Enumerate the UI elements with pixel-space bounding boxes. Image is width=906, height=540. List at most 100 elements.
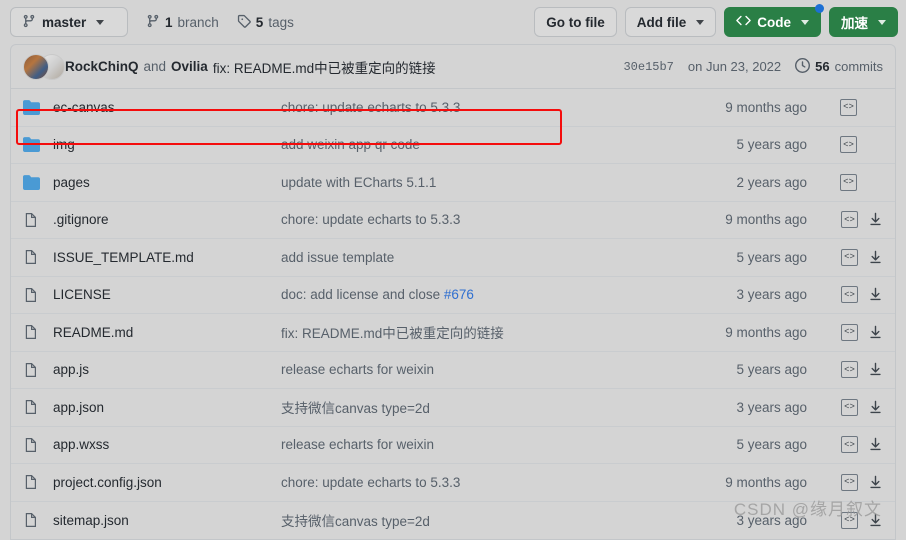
- file-name-link[interactable]: LICENSE: [53, 287, 281, 302]
- row-actions: <>: [807, 136, 883, 154]
- branch-count-link[interactable]: 1 branch: [146, 14, 219, 31]
- folder-icon: [23, 99, 53, 116]
- file-name-link[interactable]: project.config.json: [53, 475, 281, 490]
- chevron-down-icon: [878, 19, 886, 25]
- commit-message-cell[interactable]: add weixin app qr code: [281, 137, 699, 152]
- add-file-button[interactable]: Add file: [624, 7, 717, 37]
- row-actions: <>: [807, 248, 883, 266]
- view-code-icon[interactable]: <>: [841, 361, 858, 379]
- table-row[interactable]: app.json 支持微信canvas type=2d 3 years ago <>: [11, 389, 895, 427]
- table-row[interactable]: ec-canvas chore: update echarts to 5.3.3 9…: [11, 89, 895, 127]
- commit-coauthor-link[interactable]: Ovilia: [171, 59, 208, 74]
- file-name-link[interactable]: pages: [53, 175, 281, 190]
- download-icon[interactable]: [868, 400, 883, 415]
- relative-time: 3 years ago: [736, 399, 807, 415]
- row-actions: <>: [807, 323, 883, 341]
- view-code-icon[interactable]: <>: [841, 473, 858, 491]
- download-icon[interactable]: [868, 475, 883, 490]
- commit-message-cell[interactable]: release echarts for weixin: [281, 437, 699, 452]
- issue-link[interactable]: #676: [444, 287, 474, 302]
- commit-meta: 30e15b7 on Jun 23, 2022 56 commits: [623, 57, 883, 76]
- relative-time: 5 years ago: [736, 249, 807, 265]
- chevron-down-icon: [696, 19, 705, 25]
- accelerate-label: 加速: [841, 16, 868, 31]
- view-code-icon[interactable]: <>: [840, 173, 857, 191]
- row-actions: <>: [807, 173, 883, 191]
- view-code-icon[interactable]: <>: [841, 511, 858, 529]
- file-icon: [23, 212, 53, 228]
- accelerate-button[interactable]: 加速: [829, 7, 898, 37]
- history-clock-icon: [795, 57, 811, 76]
- git-branch-icon: [22, 14, 36, 31]
- branch-selector-button[interactable]: master: [10, 7, 128, 37]
- table-row[interactable]: app.wxss release echarts for weixin 5 year…: [11, 427, 895, 464]
- view-code-icon[interactable]: <>: [840, 98, 857, 116]
- file-name-link[interactable]: app.wxss: [53, 437, 281, 452]
- commit-message-cell[interactable]: release echarts for weixin: [281, 362, 699, 377]
- view-code-icon[interactable]: <>: [841, 323, 858, 341]
- file-name-link[interactable]: .gitignore: [53, 212, 281, 227]
- commits-count-link[interactable]: 56 commits: [795, 57, 883, 76]
- commits-count-number: 56: [815, 59, 830, 74]
- table-row[interactable]: app.js release echarts for weixin 5 years …: [11, 352, 895, 389]
- file-name-link[interactable]: README.md: [53, 325, 281, 340]
- download-icon[interactable]: [868, 362, 883, 377]
- download-icon[interactable]: [868, 437, 883, 452]
- commit-sha[interactable]: 30e15b7: [623, 60, 673, 74]
- view-code-icon[interactable]: <>: [841, 398, 858, 416]
- row-actions: <>: [807, 398, 883, 416]
- download-icon[interactable]: [868, 287, 883, 302]
- view-code-icon[interactable]: <>: [841, 436, 858, 454]
- view-code-icon[interactable]: <>: [840, 136, 857, 154]
- download-icon[interactable]: [868, 325, 883, 340]
- download-icon[interactable]: [868, 212, 883, 227]
- file-name-link[interactable]: app.json: [53, 400, 281, 415]
- folder-icon: [23, 136, 53, 153]
- relative-time: 9 months ago: [725, 324, 807, 340]
- table-row[interactable]: ISSUE_TEMPLATE.md add issue template 5 yea…: [11, 239, 895, 277]
- row-actions: <>: [807, 211, 883, 229]
- table-row[interactable]: LICENSE doc: add license and close #676 3 …: [11, 277, 895, 314]
- add-file-label: Add file: [636, 14, 687, 30]
- commit-author-link[interactable]: RockChinQ: [65, 59, 139, 74]
- repo-toolbar: master 1 branch 5 tags Go to file Add fi…: [0, 0, 906, 44]
- table-row[interactable]: img add weixin app qr code 5 years ago <>: [11, 127, 895, 164]
- code-button[interactable]: Code: [724, 4, 824, 37]
- commit-message-cell[interactable]: chore: update echarts to 5.3.3: [281, 100, 699, 115]
- commit-message-cell[interactable]: chore: update echarts to 5.3.3: [281, 475, 699, 490]
- table-row[interactable]: sitemap.json 支持微信canvas type=2d 3 years ag…: [11, 502, 895, 540]
- tag-count-link[interactable]: 5 tags: [237, 14, 294, 31]
- view-code-icon[interactable]: <>: [841, 211, 858, 229]
- file-name-link[interactable]: sitemap.json: [53, 513, 281, 528]
- file-name-link[interactable]: ISSUE_TEMPLATE.md: [53, 250, 281, 265]
- download-icon[interactable]: [868, 513, 883, 528]
- commit-message-link[interactable]: fix: README.md中已被重定向的链接: [213, 57, 436, 77]
- code-brackets-icon: [736, 13, 752, 31]
- commit-message-cell[interactable]: 支持微信canvas type=2d: [281, 510, 699, 530]
- view-code-icon[interactable]: <>: [841, 248, 858, 266]
- commit-message-cell[interactable]: chore: update echarts to 5.3.3: [281, 212, 699, 227]
- table-row[interactable]: .gitignore chore: update echarts to 5.3.3…: [11, 202, 895, 239]
- relative-time: 3 years ago: [736, 287, 807, 303]
- commit-message-cell[interactable]: add issue template: [281, 250, 699, 265]
- commit-message-cell[interactable]: 支持微信canvas type=2d: [281, 397, 699, 417]
- file-name-link[interactable]: app.js: [53, 362, 281, 377]
- notification-dot-badge: [815, 4, 824, 13]
- row-actions: <>: [807, 286, 883, 304]
- commit-message-cell[interactable]: fix: README.md中已被重定向的链接: [281, 322, 699, 342]
- chevron-down-icon: [801, 19, 809, 25]
- relative-time: 3 years ago: [736, 512, 807, 528]
- commit-message-cell[interactable]: doc: add license and close #676: [281, 287, 699, 302]
- file-name-link[interactable]: ec-canvas: [53, 100, 281, 115]
- commit-message-cell[interactable]: update with ECharts 5.1.1: [281, 175, 699, 190]
- table-row[interactable]: pages update with ECharts 5.1.1 2 years ag…: [11, 164, 895, 202]
- go-to-file-button[interactable]: Go to file: [534, 7, 617, 37]
- file-icon: [23, 399, 53, 415]
- table-row[interactable]: project.config.json chore: update echarts…: [11, 464, 895, 502]
- commit-and-label: and: [143, 59, 167, 74]
- avatar[interactable]: [23, 53, 49, 80]
- file-name-link[interactable]: img: [53, 137, 281, 152]
- download-icon[interactable]: [868, 250, 883, 265]
- table-row[interactable]: README.md fix: README.md中已被重定向的链接 9 months…: [11, 314, 895, 352]
- view-code-icon[interactable]: <>: [841, 286, 858, 304]
